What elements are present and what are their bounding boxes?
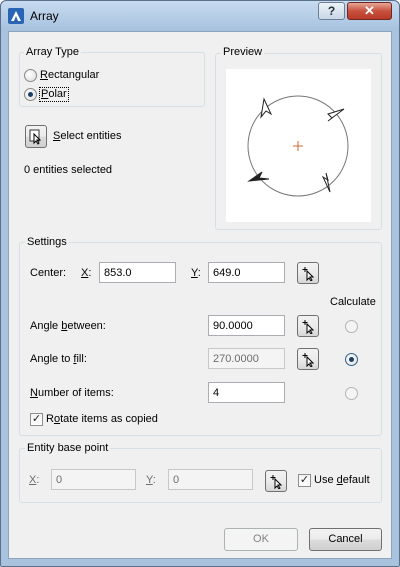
- ok-button[interactable]: OK: [224, 528, 298, 551]
- center-y-label: Y:: [191, 267, 201, 279]
- settings-label: Settings: [25, 236, 69, 248]
- center-x-input[interactable]: [99, 262, 176, 283]
- angle-between-label: Angle between:: [30, 320, 106, 332]
- array-type-label: Array Type: [24, 46, 81, 58]
- use-default-mnemonic: d: [336, 474, 343, 486]
- select-entities-icon: [29, 129, 42, 145]
- center-label: Center:: [30, 267, 67, 279]
- base-y-mnemonic: Y: [146, 474, 153, 486]
- center-y-input[interactable]: [208, 262, 285, 283]
- base-y-label: Y:: [146, 474, 156, 486]
- number-items-label: Number of items:: [30, 387, 114, 399]
- help-button[interactable]: ?: [318, 2, 345, 20]
- calculate-number-items-radio[interactable]: [345, 387, 358, 400]
- rectangular-label-rest: ectangular: [47, 69, 100, 81]
- close-button[interactable]: ✕: [347, 2, 392, 20]
- preview-canvas: [226, 69, 371, 222]
- angle-to-fill-input: [208, 348, 285, 369]
- entities-selected-status: 0 entities selected: [24, 164, 113, 176]
- center-y-colon: :: [197, 267, 201, 279]
- calculate-angle-to-fill-radio[interactable]: [345, 353, 358, 366]
- pick-angle-between-button[interactable]: [297, 315, 319, 337]
- select-entities-pick-button[interactable]: [25, 125, 47, 148]
- cancel-button[interactable]: Cancel: [309, 528, 382, 551]
- dialog-body: Array Type Rectangular Polar Preview Sel…: [8, 31, 392, 559]
- calculate-label: Calculate: [330, 296, 376, 308]
- number-mnemonic: N: [30, 387, 38, 399]
- angle-to-fill-label: Angle to fill:: [30, 353, 87, 365]
- base-x-label: X:: [29, 474, 40, 486]
- angle-between-mnemonic: b: [61, 320, 68, 332]
- use-default-checkbox[interactable]: ✓: [298, 474, 311, 487]
- pick-base-point-button[interactable]: [265, 470, 287, 492]
- pick-angle-to-fill-button[interactable]: [297, 348, 319, 370]
- pick-point-icon: [302, 353, 314, 367]
- pick-point-icon: [302, 267, 314, 281]
- app-icon: [8, 8, 24, 24]
- select-label-rest: elect entities: [60, 130, 122, 142]
- close-icon: ✕: [364, 3, 375, 18]
- base-x-input: [51, 469, 136, 490]
- rectangular-radio[interactable]: [24, 69, 37, 82]
- center-x-label: X:: [81, 267, 91, 279]
- preview-drawing: [247, 95, 349, 197]
- rotate-items-checkbox[interactable]: ✓: [30, 413, 43, 426]
- array-dialog: Array ? ✕ Array Type Rectangular Polar P…: [0, 0, 400, 567]
- polar-radio[interactable]: [24, 88, 37, 101]
- base-y-input: [168, 469, 253, 490]
- pick-center-button[interactable]: [297, 262, 319, 284]
- window-title: Array: [30, 9, 59, 23]
- use-default-label[interactable]: Use default: [314, 474, 370, 486]
- angle-between-input[interactable]: [208, 315, 285, 336]
- rectangular-mnemonic: R: [40, 69, 48, 81]
- select-entities-link[interactable]: Select entities: [53, 130, 122, 142]
- angle-fill-mnemonic: f: [73, 353, 77, 365]
- polar-label-rest: olar: [48, 88, 67, 100]
- preview-label: Preview: [221, 46, 265, 58]
- pick-point-icon: [270, 475, 282, 489]
- base-x-mnemonic: X: [29, 474, 37, 486]
- number-items-input[interactable]: [208, 382, 285, 403]
- center-x-colon: :: [88, 267, 92, 279]
- calculate-angle-between-radio[interactable]: [345, 320, 358, 333]
- rotate-items-label[interactable]: Rotate items as copied: [46, 413, 158, 425]
- rotate-mnemonic: o: [53, 413, 61, 425]
- pick-point-icon: [302, 320, 314, 334]
- polar-radio-label[interactable]: Polar: [39, 87, 69, 102]
- center-y-mnemonic: Y: [191, 267, 198, 279]
- title-bar[interactable]: Array ? ✕: [1, 1, 399, 31]
- help-icon: ?: [327, 4, 336, 18]
- rectangular-radio-label[interactable]: Rectangular: [40, 69, 99, 81]
- base-point-label: Entity base point: [25, 442, 111, 454]
